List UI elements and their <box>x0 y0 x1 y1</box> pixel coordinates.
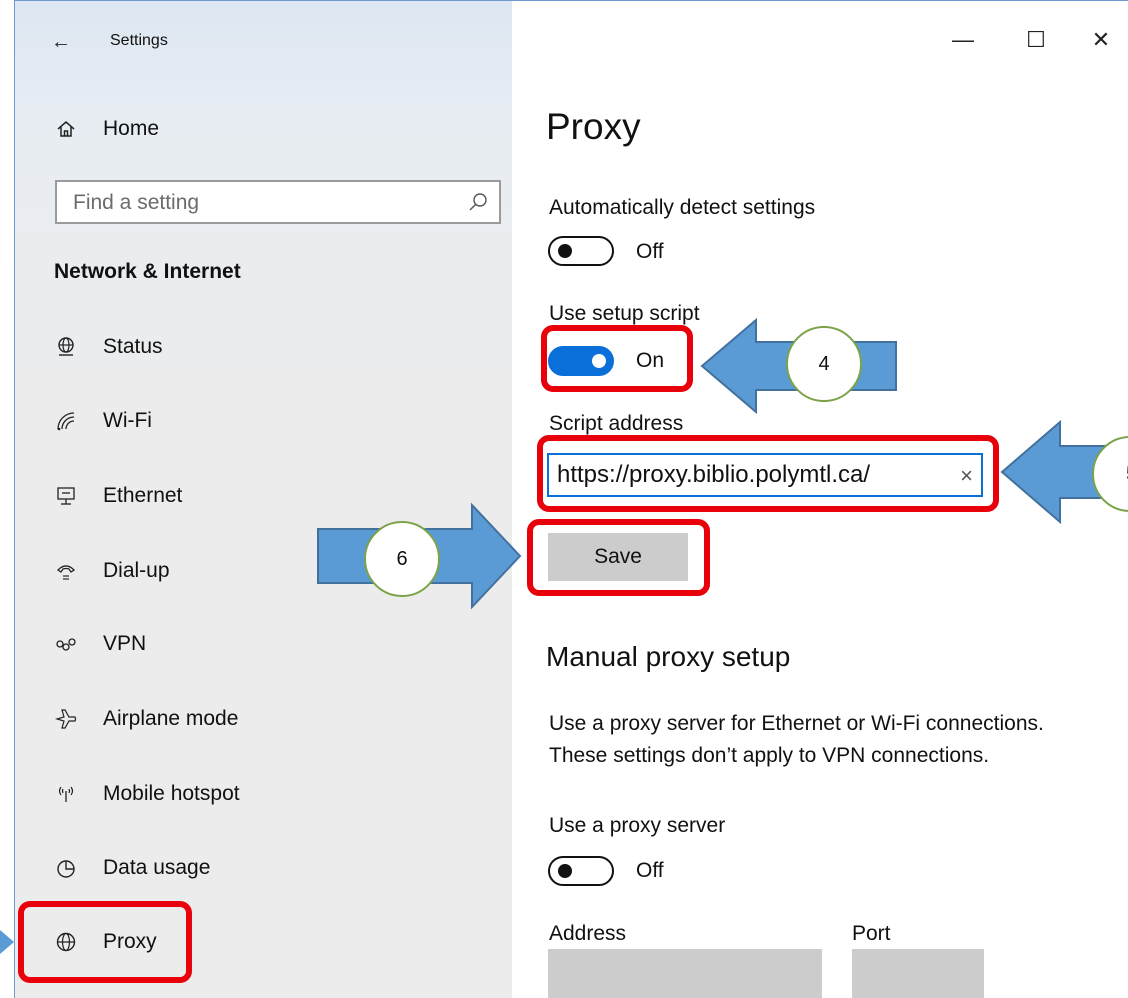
use-proxy-state: Off <box>636 859 664 882</box>
sidebar-item-label: Home <box>103 117 160 140</box>
step-4-badge: 4 <box>786 326 862 402</box>
manual-proxy-title: Manual proxy setup <box>546 641 791 672</box>
step-6-badge: 6 <box>364 521 440 597</box>
sidebar-item-label: Data usage <box>103 856 211 879</box>
section-title: Network & Internet <box>54 260 241 283</box>
wifi-icon <box>53 408 79 434</box>
sidebar-item-label: VPN <box>103 632 147 655</box>
sidebar-item-label: Status <box>103 335 163 358</box>
home-icon <box>53 116 79 142</box>
use-proxy-label: Use a proxy server <box>549 814 726 837</box>
toggle-knob <box>558 244 572 258</box>
sidebar-item-status[interactable]: Status <box>30 324 510 370</box>
search-placeholder: Find a setting <box>73 191 200 214</box>
manual-desc-line2: These settings don’t apply to VPN connec… <box>549 744 990 767</box>
dialup-icon <box>53 558 79 584</box>
app-title: Settings <box>110 32 168 49</box>
sidebar-item-wifi[interactable]: Wi-Fi <box>30 398 510 444</box>
use-proxy-toggle[interactable] <box>548 856 614 886</box>
globe-status-icon <box>53 334 79 360</box>
port-input[interactable] <box>852 949 984 998</box>
auto-detect-label: Automatically detect settings <box>549 196 816 219</box>
address-input[interactable] <box>548 949 822 998</box>
sidebar-item-vpn[interactable]: VPN <box>30 621 510 667</box>
sidebar-item-label: Ethernet <box>103 484 183 507</box>
sidebar: ← Settings Home Find a setting Network &… <box>15 1 512 998</box>
sidebar-item-hotspot[interactable]: Mobile hotspot <box>30 771 510 817</box>
highlight-setup-toggle <box>541 325 693 392</box>
airplane-icon <box>53 706 79 732</box>
highlight-proxy-item <box>18 901 192 983</box>
hotspot-icon <box>53 781 79 807</box>
manual-desc-line1: Use a proxy server for Ethernet or Wi-Fi… <box>549 712 1044 735</box>
auto-detect-toggle[interactable] <box>548 236 614 266</box>
sidebar-item-label: Airplane mode <box>103 707 239 730</box>
close-button[interactable]: ✕ <box>1086 25 1116 55</box>
arrow-proxy-stub <box>0 930 14 954</box>
sidebar-item-home[interactable]: Home <box>30 106 510 152</box>
search-icon <box>467 191 489 213</box>
sidebar-item-label: Wi-Fi <box>103 409 152 432</box>
auto-detect-state: Off <box>636 240 664 263</box>
address-label: Address <box>549 922 627 945</box>
back-arrow-icon[interactable]: ← <box>51 29 81 55</box>
highlight-script-address <box>537 435 999 512</box>
highlight-save <box>527 519 710 596</box>
maximize-button[interactable]: ☐ <box>1021 25 1051 55</box>
sidebar-item-data-usage[interactable]: Data usage <box>30 845 510 891</box>
search-input[interactable]: Find a setting <box>55 180 501 224</box>
sidebar-item-label: Mobile hotspot <box>103 782 240 805</box>
toggle-knob <box>558 864 572 878</box>
data-usage-icon <box>53 855 79 881</box>
sidebar-item-airplane[interactable]: Airplane mode <box>30 696 510 742</box>
page-title: Proxy <box>546 106 641 147</box>
vpn-icon <box>53 631 79 657</box>
ethernet-icon <box>53 483 79 509</box>
sidebar-item-label: Dial-up <box>103 559 170 582</box>
minimize-button[interactable]: — <box>948 25 978 55</box>
script-address-label: Script address <box>549 412 684 435</box>
port-label: Port <box>852 922 891 945</box>
setup-script-label: Use setup script <box>549 302 700 325</box>
settings-window: ← Settings Home Find a setting Network &… <box>0 0 1128 998</box>
